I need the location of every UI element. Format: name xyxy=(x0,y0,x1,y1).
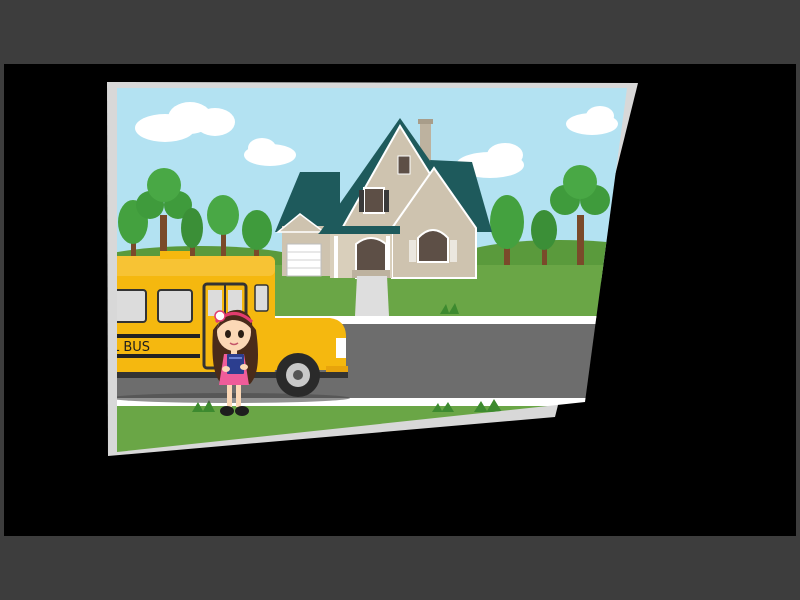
front-lawn xyxy=(117,406,627,452)
illustration-scene: L BUS xyxy=(112,88,627,452)
walkway xyxy=(355,276,389,316)
app-window: L BUS xyxy=(0,0,800,600)
hair-bow xyxy=(214,310,226,322)
bus-label: L BUS xyxy=(112,340,150,355)
illustration-canvas: L BUS xyxy=(107,82,638,456)
